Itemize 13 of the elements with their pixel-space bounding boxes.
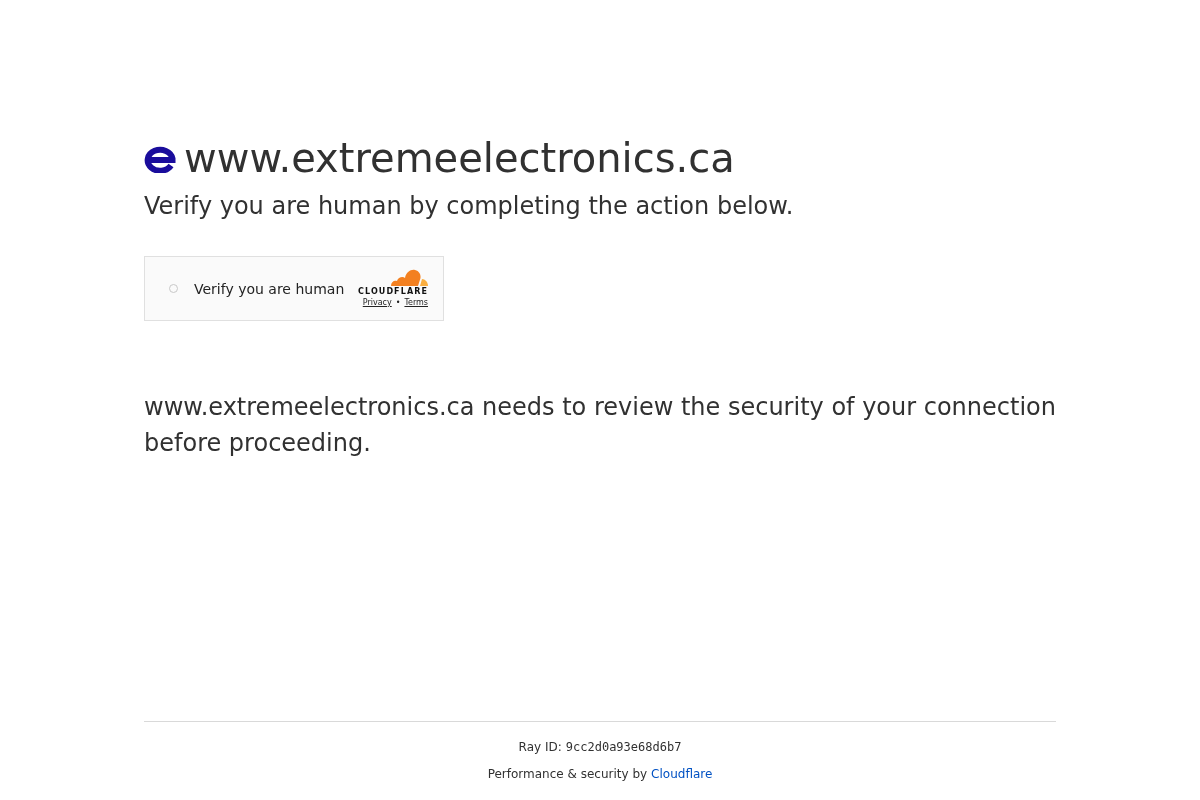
site-title: www.extremeelectronics.ca (184, 134, 735, 183)
cloudflare-link[interactable]: Cloudflare (651, 765, 713, 783)
widget-link[interactable]: Terms (404, 298, 428, 308)
security-message: www.extremeelectronics.ca needs to review the security of your connection before proceeding. (144, 392, 1056, 459)
brand-wordmark: CLOUDFLARE (358, 287, 428, 296)
widget-link[interactable]: Privacy (362, 298, 392, 308)
ray-id-label: Ray ID: (518, 739, 562, 756)
cloud-icon (391, 269, 428, 286)
checkbox-label: Verify you are human (194, 280, 345, 297)
subtitle: Verify you are human by completing the action below. (144, 191, 795, 222)
ray-id-value: 9cc2d0a93e68d6b7 (565, 739, 682, 756)
credit-text: Performance & security by (487, 766, 648, 783)
separator-dot: • (395, 298, 401, 308)
